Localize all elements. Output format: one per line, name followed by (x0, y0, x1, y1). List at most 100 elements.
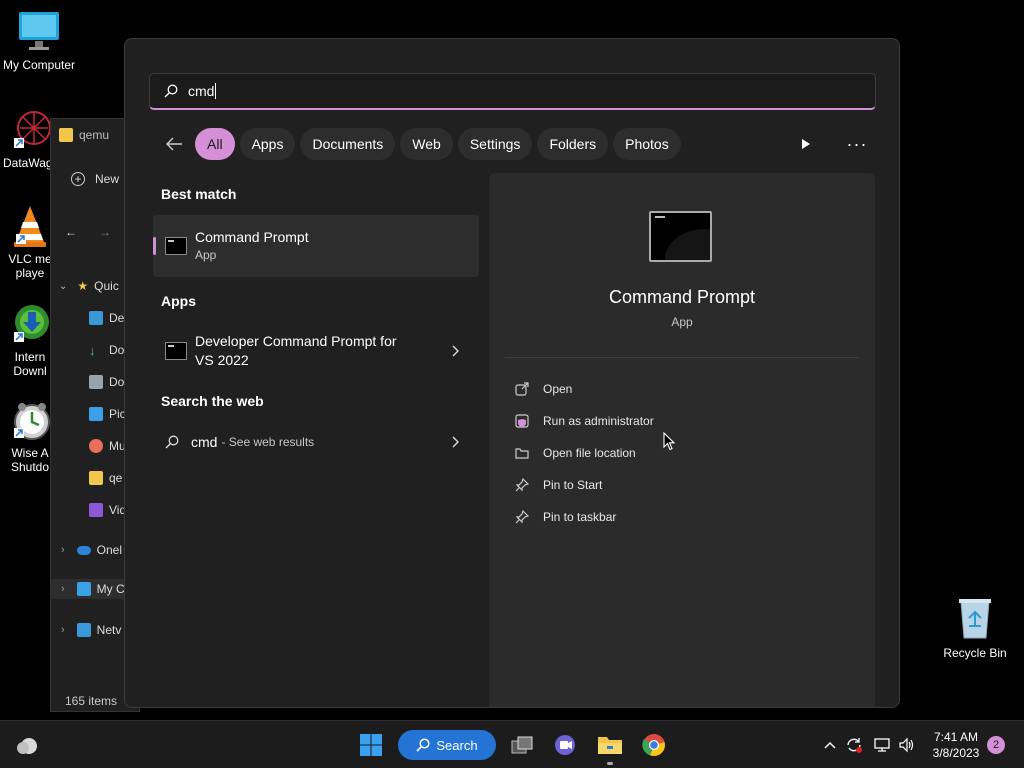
search-icon (164, 84, 178, 98)
chevron-right-icon (452, 345, 459, 357)
filter-bar: All Apps Documents Web Settings Folders … (161, 128, 686, 160)
filter-chip-photos[interactable]: Photos (613, 128, 681, 160)
explorer-onedrive[interactable]: › Onel (61, 540, 122, 560)
explorer-network[interactable]: › Netv (61, 620, 121, 640)
start-button[interactable] (357, 731, 385, 759)
preview-pane: Command Prompt App Open Run as administr… (489, 173, 875, 707)
videos-icon (89, 503, 103, 517)
music-icon (89, 439, 103, 453)
weather-icon[interactable] (14, 731, 42, 759)
chrome-icon[interactable] (640, 731, 668, 759)
desktop-icon-recycle-bin[interactable]: Recycle Bin (940, 596, 1010, 660)
more-options-icon[interactable]: ··· (843, 131, 871, 157)
action-open[interactable]: Open (515, 379, 572, 399)
folder-icon (59, 128, 73, 142)
web-result[interactable]: cmd - See web results (153, 411, 479, 473)
result-title: Command Prompt (195, 229, 309, 245)
document-icon (89, 375, 103, 389)
desktop-icon-label: Intern Downl (13, 350, 47, 378)
preview-subtitle: App (671, 315, 693, 329)
action-pin-to-taskbar[interactable]: Pin to taskbar (515, 507, 616, 527)
filter-chip-apps[interactable]: Apps (239, 128, 296, 160)
task-view-icon[interactable] (508, 731, 536, 759)
recycle-bin-label: Recycle Bin (943, 646, 1007, 660)
folder-icon (89, 471, 103, 485)
filter-chip-web[interactable]: Web (400, 128, 453, 160)
result-subtitle: App (195, 248, 217, 262)
explorer-item[interactable]: ↓ Do (89, 340, 124, 360)
vlc-icon (8, 204, 52, 248)
apps-header: Apps (161, 293, 196, 309)
clock-date: 3/8/2023 (932, 746, 980, 760)
cloud-icon (76, 545, 91, 555)
explorer-item[interactable]: Mu (89, 436, 126, 456)
search-web-header: Search the web (161, 393, 264, 409)
filter-chip-documents[interactable]: Documents (300, 128, 396, 160)
web-query: cmd (191, 433, 218, 450)
search-input[interactable]: cmd (149, 73, 876, 110)
explorer-new-button[interactable]: + New (71, 169, 119, 189)
command-prompt-icon (165, 342, 187, 360)
mouse-cursor-icon (663, 432, 675, 451)
result-title-line1: Developer Command Prompt for (195, 333, 397, 349)
plus-circle-icon: + (71, 172, 85, 186)
explorer-item[interactable]: Pic (89, 404, 126, 424)
explorer-quick-access[interactable]: ⌄ ★ Quic (59, 276, 119, 296)
chevron-right-icon: › (61, 583, 65, 595)
command-prompt-icon (165, 237, 187, 255)
notification-badge[interactable]: 2 (987, 736, 1005, 754)
desktop-icon-label: VLC me playe (8, 252, 52, 280)
explorer-nav-arrows: ← → (65, 222, 111, 242)
taskbar-clock[interactable]: 7:41 AM 3/8/2023 (928, 729, 984, 761)
clock-time: 7:41 AM (933, 730, 979, 744)
best-match-header: Best match (161, 186, 237, 202)
explorer-title: qemu (59, 125, 109, 145)
back-arrow-icon[interactable] (161, 131, 187, 157)
command-prompt-icon (649, 211, 712, 262)
pictures-icon (89, 407, 103, 421)
preview-title: Command Prompt (608, 287, 756, 307)
network-icon (76, 623, 91, 637)
result-title-line2: VS 2022 (195, 352, 249, 368)
explorer-item[interactable]: qe (89, 468, 122, 488)
star-icon: ★ (77, 279, 89, 293)
sync-icon[interactable] (842, 731, 866, 759)
forward-arrow-icon[interactable]: → (99, 225, 111, 239)
taskbar-search-button[interactable]: Search (398, 730, 496, 760)
chevron-right-icon (452, 436, 459, 448)
running-indicator (607, 762, 613, 765)
chat-icon[interactable] (551, 731, 579, 759)
desktop-icon (89, 311, 103, 325)
recycle-bin-icon (955, 596, 995, 640)
desktop-icon-my-computer[interactable]: My Computer (2, 10, 76, 72)
explorer-item[interactable]: Do (89, 372, 124, 392)
pin-icon (515, 478, 529, 492)
action-open-file-location[interactable]: Open file location (515, 443, 636, 463)
selection-indicator (153, 237, 156, 255)
pin-icon (515, 510, 529, 524)
taskbar: Search 7:41 AM 3/8/2023 2 (0, 720, 1024, 768)
play-icon[interactable] (793, 131, 819, 157)
app-result[interactable]: Developer Command Prompt for VS 2022 (153, 320, 479, 382)
filter-chip-all[interactable]: All (195, 128, 235, 160)
action-run-as-admin[interactable]: Run as administrator (515, 411, 654, 431)
volume-icon[interactable] (895, 731, 919, 759)
monitor-icon (76, 582, 91, 596)
chevron-up-icon[interactable] (818, 731, 842, 759)
explorer-item[interactable]: De (89, 308, 124, 328)
desktop: My Computer DataWag VLC me playe Intern … (0, 0, 1024, 720)
text-caret (215, 83, 217, 99)
chevron-down-icon: ⌄ (59, 280, 68, 292)
best-match-result[interactable]: Command Prompt App (153, 215, 479, 277)
back-arrow-icon[interactable]: ← (65, 225, 77, 239)
desktop-icon-label: My Computer (2, 58, 76, 72)
search-icon (416, 738, 430, 752)
network-icon[interactable] (870, 731, 894, 759)
action-pin-to-start[interactable]: Pin to Start (515, 475, 602, 495)
file-explorer-taskbar-icon[interactable] (596, 731, 624, 765)
filter-chip-settings[interactable]: Settings (457, 128, 533, 160)
chevron-right-icon: › (61, 544, 65, 556)
filter-chip-folders[interactable]: Folders (537, 128, 609, 160)
explorer-item[interactable]: Vid (89, 500, 126, 520)
divider (505, 357, 859, 358)
